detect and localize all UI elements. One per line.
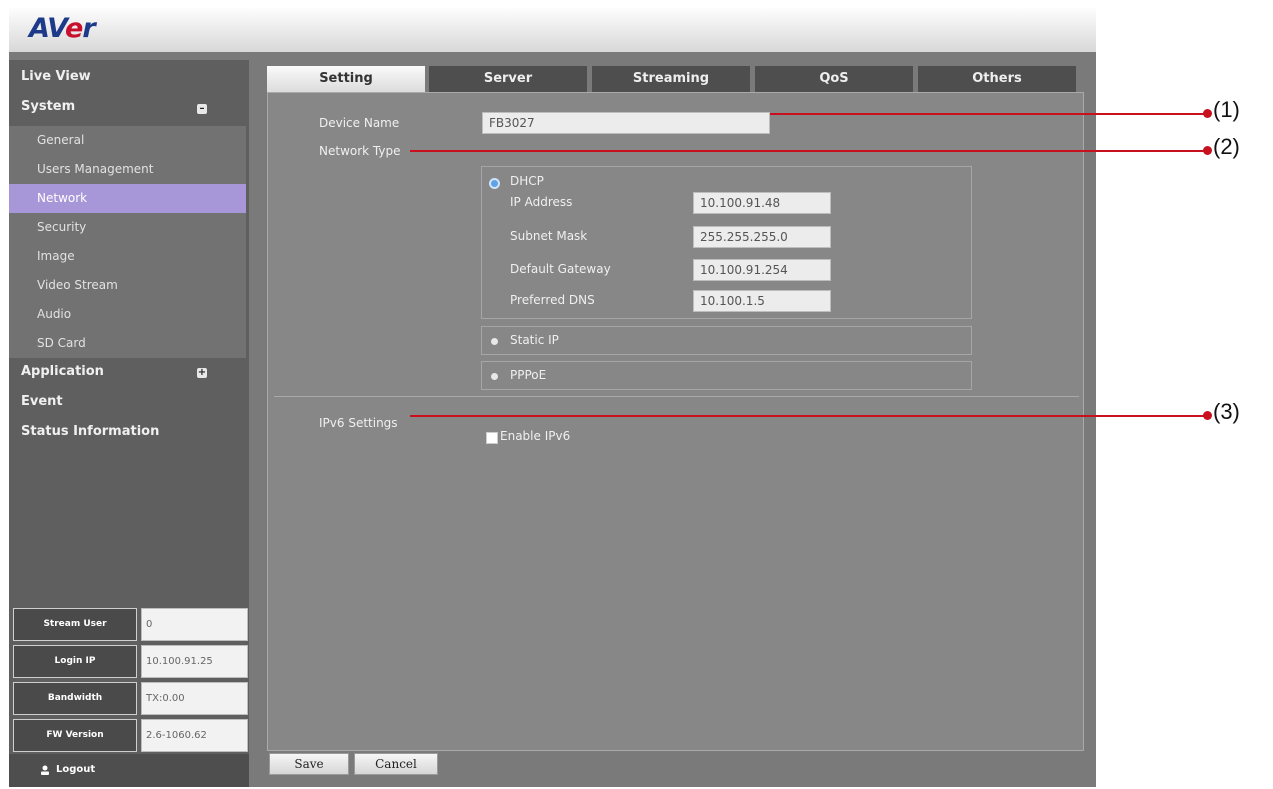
static-ip-radio[interactable] [491, 338, 498, 345]
callout-dot-2 [1203, 146, 1212, 155]
preferred-dns-label: Preferred DNS [510, 293, 595, 307]
sidebar-item-network[interactable]: Network [9, 184, 246, 213]
ip-address-input[interactable]: 10.100.91.48 [693, 192, 831, 214]
network-type-label: Network Type [319, 144, 401, 158]
callout-dot-1 [1203, 109, 1212, 118]
tab-bar: Setting Server Streaming QoS Others [267, 66, 1077, 92]
info-value: 2.6-1060.62 [141, 719, 248, 752]
pppoe-label: PPPoE [510, 368, 547, 382]
logout-button[interactable]: Logout [9, 754, 249, 787]
logout-label: Logout [56, 764, 96, 775]
callout-label-2: (2) [1213, 134, 1240, 159]
default-gateway-input[interactable]: 10.100.91.254 [693, 259, 831, 281]
sidebar-item-live-view[interactable]: Live View [21, 69, 91, 84]
cancel-button[interactable]: Cancel [354, 753, 438, 775]
info-row-bandwidth: Bandwidth TX:0.00 [13, 682, 248, 715]
user-icon [41, 765, 49, 775]
sidebar-item-image[interactable]: Image [9, 242, 246, 271]
collapse-icon[interactable]: – [197, 104, 207, 114]
sidebar: Live View System – General Users Managem… [9, 60, 249, 787]
callout-label-1: (1) [1213, 97, 1240, 122]
settings-panel: Device Name FB3027 Network Type DHCP IP … [267, 92, 1084, 751]
sidebar-item-application[interactable]: Application [21, 364, 104, 379]
enable-ipv6-checkbox[interactable] [486, 432, 498, 444]
pppoe-radio[interactable] [491, 373, 498, 380]
info-value: TX:0.00 [141, 682, 248, 715]
sidebar-item-general[interactable]: General [9, 126, 246, 155]
subnet-mask-label: Subnet Mask [510, 229, 588, 243]
info-label: FW Version [13, 719, 137, 752]
callout-line-3 [410, 415, 1207, 417]
sidebar-item-audio[interactable]: Audio [9, 300, 246, 329]
info-row-stream-user: Stream User 0 [13, 608, 248, 641]
callout-dot-3 [1203, 411, 1212, 420]
tab-qos[interactable]: QoS [755, 66, 913, 92]
app-window: AVer Live View System – General Users Ma… [9, 8, 1096, 787]
pppoe-group: PPPoE [481, 361, 972, 390]
dhcp-radio[interactable] [491, 180, 498, 187]
callout-line-1 [770, 113, 1207, 115]
sidebar-item-event[interactable]: Event [21, 394, 63, 409]
header-bar: AVer [9, 8, 1096, 52]
system-submenu: General Users Management Network Securit… [9, 126, 246, 358]
ip-address-label: IP Address [510, 195, 573, 209]
device-name-label: Device Name [319, 116, 400, 130]
info-value: 10.100.91.25 [141, 645, 248, 678]
info-label: Bandwidth [13, 682, 137, 715]
sidebar-item-sd-card[interactable]: SD Card [9, 329, 246, 358]
sidebar-item-security[interactable]: Security [9, 213, 246, 242]
preferred-dns-input[interactable]: 10.100.1.5 [693, 290, 831, 312]
expand-icon[interactable]: + [197, 368, 207, 378]
ipv6-settings-label: IPv6 Settings [319, 416, 398, 430]
info-row-login-ip: Login IP 10.100.91.25 [13, 645, 248, 678]
sidebar-item-status-information[interactable]: Status Information [21, 424, 159, 439]
tab-others[interactable]: Others [918, 66, 1076, 92]
info-row-fw-version: FW Version 2.6-1060.62 [13, 719, 248, 752]
info-label: Login IP [13, 645, 137, 678]
subnet-mask-input[interactable]: 255.255.255.0 [693, 226, 831, 248]
tab-setting[interactable]: Setting [267, 66, 425, 92]
section-divider [274, 396, 1079, 397]
sidebar-item-users-management[interactable]: Users Management [9, 155, 246, 184]
sidebar-item-system[interactable]: System [21, 99, 75, 114]
aver-logo: AVer [29, 13, 96, 44]
dhcp-group: DHCP IP Address 10.100.91.48 Subnet Mask… [481, 166, 972, 319]
device-name-input[interactable]: FB3027 [482, 112, 770, 134]
info-label: Stream User [13, 608, 137, 641]
enable-ipv6-label: Enable IPv6 [500, 429, 571, 443]
sidebar-item-video-stream[interactable]: Video Stream [9, 271, 246, 300]
callout-line-2 [410, 150, 1207, 152]
dhcp-label: DHCP [510, 174, 544, 188]
info-value: 0 [141, 608, 248, 641]
callout-label-3: (3) [1213, 399, 1240, 424]
tab-streaming[interactable]: Streaming [592, 66, 750, 92]
tab-server[interactable]: Server [429, 66, 587, 92]
static-ip-label: Static IP [510, 333, 559, 347]
default-gateway-label: Default Gateway [510, 262, 611, 276]
save-button[interactable]: Save [269, 753, 349, 775]
static-ip-group: Static IP [481, 326, 972, 355]
